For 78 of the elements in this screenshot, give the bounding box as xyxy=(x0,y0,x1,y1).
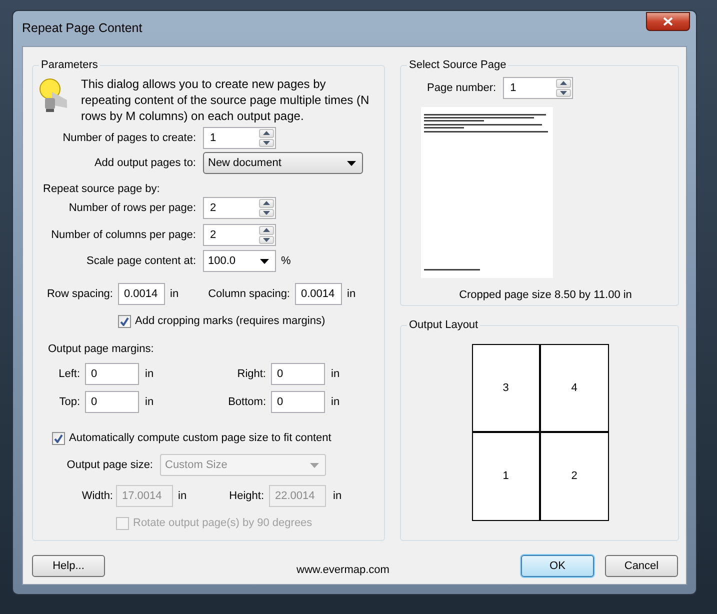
unit-label: in xyxy=(331,366,340,382)
down-arrow-icon xyxy=(263,210,270,215)
text-field[interactable]: 0 xyxy=(271,391,325,413)
up-arrow-icon xyxy=(263,228,270,232)
up-arrow-icon xyxy=(263,131,270,136)
field-label: Number of rows per page: xyxy=(68,200,196,216)
ok-button[interactable]: OK xyxy=(521,555,594,578)
group-title: Select Source Page xyxy=(407,57,508,73)
group-title: Output Layout xyxy=(407,317,480,333)
checkbox-label: Add cropping marks (requires margins) xyxy=(135,314,326,329)
field-label: Left: xyxy=(58,366,80,382)
dropdown[interactable]: 100.0 xyxy=(203,250,276,272)
spin-down-button[interactable] xyxy=(259,208,274,217)
up-arrow-icon xyxy=(560,81,568,86)
window-title: Repeat Page Content xyxy=(22,20,142,37)
field-label: Number of pages to create: xyxy=(62,130,196,146)
spin-down-button[interactable] xyxy=(259,236,274,244)
description-text: This dialog allows you to create new pages by repeating content of the source page multiple times (N rows by M columns) on each output page. xyxy=(81,76,370,124)
cell-number: 1 xyxy=(502,469,509,484)
unit-label: in xyxy=(170,286,180,302)
unit-label: in xyxy=(178,488,188,504)
down-arrow-icon xyxy=(263,140,270,145)
checkbox[interactable] xyxy=(118,314,131,328)
checkbox-label: Automatically compute custom page size to fit content xyxy=(69,430,332,446)
field-label: Height: xyxy=(228,488,264,504)
field-label: Bottom: xyxy=(227,394,266,410)
spin-up-button[interactable] xyxy=(259,226,274,234)
page-size-text: Cropped page size 8.50 by 11.00 in xyxy=(459,288,632,303)
down-arrow-icon xyxy=(263,238,270,242)
close-button[interactable] xyxy=(646,12,690,31)
spin-up-button[interactable] xyxy=(259,199,274,208)
up-arrow-icon xyxy=(263,201,270,206)
field-label: Top: xyxy=(58,394,80,410)
field-label: Scale page content at: xyxy=(86,254,196,269)
cancel-button[interactable]: Cancel xyxy=(605,555,678,578)
down-arrow-icon xyxy=(560,90,568,95)
number-spinner[interactable]: 1 xyxy=(203,127,276,149)
field-label: Add output pages to: xyxy=(93,156,196,171)
unit-label: in xyxy=(331,394,340,410)
unit-label: in xyxy=(333,488,342,504)
text-field[interactable]: 0.0014 xyxy=(118,283,165,305)
section-heading: Output page margins: xyxy=(48,342,154,357)
website-link[interactable]: www.evermap.com xyxy=(296,562,390,578)
text-field[interactable]: 0 xyxy=(271,363,325,385)
field-label: Width: xyxy=(80,488,113,504)
checkbox[interactable] xyxy=(52,432,65,444)
field-label: Page number: xyxy=(427,80,496,96)
caret-icon xyxy=(310,462,319,468)
number-spinner[interactable]: 1 xyxy=(503,77,574,99)
field-label: Output page size: xyxy=(66,458,153,473)
caret-icon xyxy=(260,258,269,264)
dropdown[interactable]: New document xyxy=(203,152,363,174)
checkbox-label: Rotate output page(s) by 90 degrees xyxy=(133,516,312,531)
field-label: Row spacing: xyxy=(46,286,113,302)
spin-up-button[interactable] xyxy=(556,79,572,88)
spin-down-button[interactable] xyxy=(556,88,572,97)
close-icon xyxy=(663,17,673,26)
spin-down-button[interactable] xyxy=(259,138,274,147)
number-spinner[interactable]: 2 xyxy=(203,197,276,219)
text-field[interactable]: 0 xyxy=(85,363,139,385)
cell-number: 4 xyxy=(571,380,578,396)
number-spinner[interactable]: 2 xyxy=(203,224,276,246)
cell-number: 3 xyxy=(502,380,509,396)
cell-number: 2 xyxy=(571,469,578,484)
field-label: Column spacing: xyxy=(207,286,290,302)
text-field[interactable]: 0 xyxy=(85,391,139,413)
section-heading: Repeat source page by: xyxy=(43,182,160,197)
help-button[interactable]: Help... xyxy=(32,555,105,578)
unit-label: in xyxy=(347,286,356,302)
lightbulb-icon xyxy=(39,78,67,114)
spin-up-button[interactable] xyxy=(259,129,274,138)
unit-label: in xyxy=(145,394,155,410)
unit-label: % xyxy=(281,254,291,269)
text-field[interactable]: 0.0014 xyxy=(295,283,342,305)
field-label: Number of columns per page: xyxy=(50,228,196,243)
field-label: Right: xyxy=(236,366,266,382)
unit-label: in xyxy=(145,366,155,382)
caret-icon xyxy=(347,160,356,166)
